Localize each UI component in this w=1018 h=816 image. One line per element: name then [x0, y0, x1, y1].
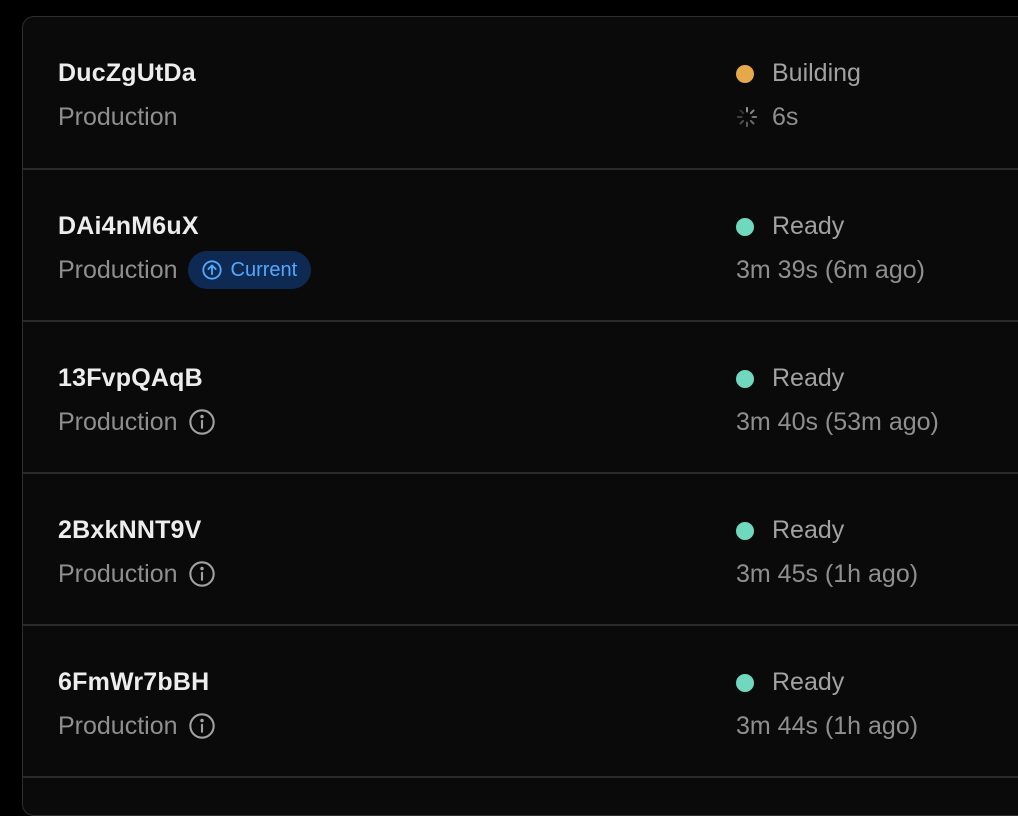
deployment-status: Ready — [736, 364, 844, 393]
status-dot-ready — [736, 369, 754, 388]
status-dot-ready — [736, 217, 754, 236]
environment-label: Production — [58, 407, 178, 436]
deployment-duration: 3m 44s (1h ago) — [736, 708, 918, 744]
deployment-status: Building — [736, 59, 861, 88]
deployment-duration: 6s — [736, 99, 798, 135]
deployment-id[interactable]: DAi4nM6uX — [58, 212, 199, 241]
arrow-up-circle-icon — [201, 259, 223, 281]
deployment-id[interactable]: DucZgUtDa — [58, 59, 196, 88]
current-badge: Current — [187, 251, 312, 289]
status-label: Ready — [772, 668, 845, 696]
deployment-row[interactable]: DucZgUtDa Production Building 6s — [23, 17, 1018, 170]
deployment-environment: Production — [58, 556, 216, 592]
info-icon[interactable] — [188, 560, 216, 588]
deployment-row[interactable]: 6FmWr7bBH Production Ready 3m 44s (1h ag… — [23, 626, 1018, 778]
duration-label: 6s — [772, 102, 799, 131]
status-dot-ready — [736, 673, 754, 692]
deployment-status: Ready — [736, 668, 844, 697]
deployment-id[interactable]: 6FmWr7bBH — [58, 668, 209, 697]
deployment-row[interactable]: 2BxkNNT9V Production Ready 3m 45s (1h ag… — [23, 474, 1018, 626]
status-label: Ready — [772, 364, 845, 392]
deployment-environment: Production — [58, 99, 178, 135]
deployment-status: Ready — [736, 516, 844, 545]
duration-label: 3m 44s (1h ago) — [736, 711, 919, 740]
deployment-environment: Production — [58, 708, 216, 744]
status-label: Building — [772, 59, 861, 87]
status-dot-ready — [736, 521, 754, 540]
deployment-row[interactable]: 13FvpQAqB Production Ready 3m 40s (53m a… — [23, 322, 1018, 474]
status-label: Ready — [772, 516, 845, 544]
duration-label: 3m 45s (1h ago) — [736, 559, 919, 588]
environment-label: Production — [58, 711, 178, 740]
environment-label: Production — [58, 255, 178, 284]
info-icon[interactable] — [188, 712, 216, 740]
deployment-environment: Production — [58, 404, 216, 440]
deployment-duration: 3m 45s (1h ago) — [736, 556, 918, 592]
deployments-list: DucZgUtDa Production Building 6s DAi4nM6… — [22, 16, 1018, 816]
environment-label: Production — [58, 559, 178, 588]
duration-label: 3m 39s (6m ago) — [736, 255, 925, 284]
info-icon[interactable] — [188, 408, 216, 436]
deployment-row[interactable]: DAi4nM6uX Production Current Ready 3m 39… — [23, 170, 1018, 322]
duration-label: 3m 40s (53m ago) — [736, 407, 939, 436]
deployment-id[interactable]: 2BxkNNT9V — [58, 516, 202, 545]
spinner-icon — [736, 106, 758, 128]
status-dot-building — [736, 64, 754, 83]
deployment-duration: 3m 39s (6m ago) — [736, 252, 925, 288]
deployment-row[interactable] — [23, 778, 1018, 808]
deployment-environment: Production Current — [58, 251, 312, 289]
deployment-status: Ready — [736, 212, 844, 241]
deployment-duration: 3m 40s (53m ago) — [736, 404, 939, 440]
badge-label: Current — [230, 258, 298, 281]
environment-label: Production — [58, 102, 178, 131]
status-label: Ready — [772, 212, 845, 240]
deployment-id[interactable]: 13FvpQAqB — [58, 364, 203, 393]
